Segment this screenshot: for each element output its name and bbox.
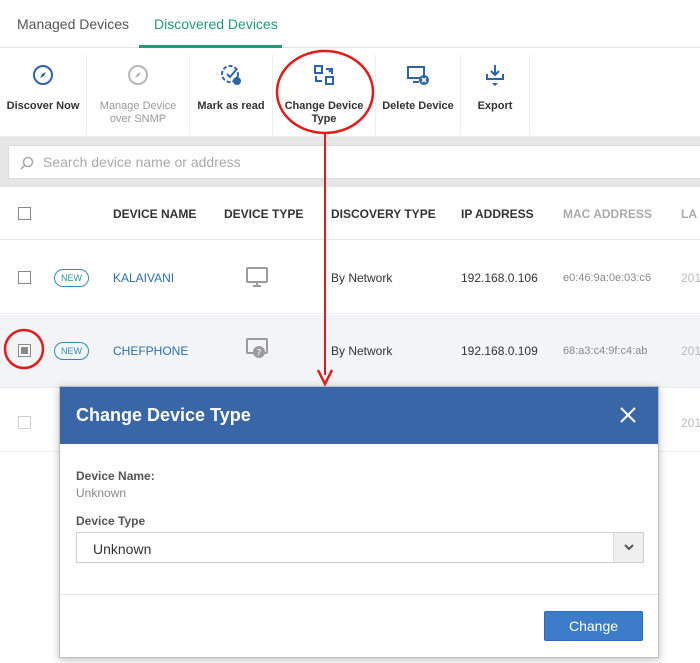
device-name-value: Unknown: [76, 486, 127, 500]
device-name-link[interactable]: CHEFPHONE: [113, 344, 188, 358]
export-button[interactable]: Export: [461, 49, 529, 137]
table-header: DEVICE NAME DEVICE TYPE DISCOVERY TYPE I…: [0, 187, 700, 240]
device-name-label: Device Name:: [76, 469, 155, 483]
mac-address: e0:46:9a:0e:03:c6: [563, 272, 652, 284]
mac-address: 68:a3:c4:9f:c4:ab: [563, 345, 648, 357]
select-all-checkbox[interactable]: [18, 207, 31, 220]
export-icon: [486, 65, 504, 86]
ip-address: 192.168.0.109: [461, 344, 538, 358]
close-icon[interactable]: [618, 405, 638, 425]
device-type-selected-value: Unknown: [93, 541, 152, 557]
monitor-icon: [246, 267, 268, 287]
last-seen: 201: [681, 416, 700, 430]
discover-now-button[interactable]: Discover Now: [0, 49, 86, 137]
search-bar-container: [0, 137, 700, 187]
table-row[interactable]: NEW CHEFPHONE ? By Network 192.168.0.109…: [0, 315, 700, 388]
column-last[interactable]: LA: [681, 207, 697, 221]
row-checkbox[interactable]: [18, 271, 31, 284]
tab-bar: Managed Devices Discovered Devices: [0, 0, 700, 48]
export-label: Export: [477, 100, 513, 112]
search-input[interactable]: [43, 152, 643, 172]
compass-icon: [128, 65, 148, 85]
dialog-header: Change Device Type: [60, 387, 658, 444]
table-row[interactable]: NEW KALAIVANI By Network 192.168.0.106 e…: [0, 241, 700, 314]
column-discovery-type[interactable]: DISCOVERY TYPE: [331, 207, 436, 221]
tab-discovered-devices[interactable]: Discovered Devices: [154, 16, 278, 32]
unknown-device-icon: ?: [246, 338, 268, 359]
toolbar: Discover Now Manage Device over SNMP Mar…: [0, 49, 700, 137]
delete-device-icon: [407, 66, 429, 85]
change-device-type-dialog: Change Device Type Device Name: Unknown …: [59, 386, 659, 658]
ip-address: 192.168.0.106: [461, 271, 538, 285]
delete-device-button[interactable]: Delete Device: [376, 49, 460, 137]
last-seen: 201: [681, 271, 700, 285]
change-device-type-label: Change Device Type: [273, 100, 375, 126]
change-device-type-button[interactable]: Change Device Type: [273, 49, 375, 137]
dialog-body: Device Name: Unknown Device Type Unknown: [60, 444, 658, 594]
column-device-name[interactable]: DEVICE NAME: [113, 207, 196, 221]
device-name-link[interactable]: KALAIVANI: [113, 271, 174, 285]
new-badge: NEW: [54, 342, 89, 360]
manage-snmp-button[interactable]: Manage Device over SNMP: [87, 49, 189, 137]
column-ip-address[interactable]: IP ADDRESS: [461, 207, 534, 221]
row-checkbox[interactable]: [18, 344, 31, 357]
svg-text:?: ?: [257, 349, 262, 359]
delete-device-label: Delete Device: [382, 100, 454, 112]
compass-icon: [33, 65, 53, 85]
change-type-label-line2: Type: [311, 113, 337, 125]
discovery-type: By Network: [331, 344, 393, 358]
search-icon: [20, 156, 34, 170]
new-badge: NEW: [54, 269, 89, 287]
active-tab-indicator: [139, 45, 282, 48]
column-device-type[interactable]: DEVICE TYPE: [224, 207, 303, 221]
dialog-footer: Change: [60, 594, 658, 657]
dialog-title: Change Device Type: [76, 405, 251, 425]
tab-managed-devices[interactable]: Managed Devices: [17, 16, 129, 32]
toolbar-divider: [529, 55, 530, 135]
mark-as-read-button[interactable]: Mark as read: [190, 49, 272, 137]
mark-read-icon: [221, 65, 241, 85]
discover-now-label: Discover Now: [6, 100, 80, 112]
dropdown-toggle[interactable]: [613, 533, 643, 562]
change-type-label-line1: Change Device: [284, 100, 364, 112]
manage-snmp-label-line2: over SNMP: [109, 113, 167, 125]
last-seen: 201: [681, 344, 700, 358]
column-mac-address[interactable]: MAC ADDRESS: [563, 207, 652, 221]
change-type-icon: [314, 65, 334, 85]
manage-snmp-label-line1: Manage Device: [99, 100, 177, 112]
change-button[interactable]: Change: [544, 611, 643, 641]
discovery-type: By Network: [331, 271, 393, 285]
device-type-label: Device Type: [76, 514, 146, 528]
search-box: [8, 145, 700, 179]
mark-as-read-label: Mark as read: [197, 100, 265, 112]
chevron-down-icon: [624, 544, 634, 551]
manage-snmp-label: Manage Device over SNMP: [87, 100, 189, 126]
device-type-select[interactable]: Unknown: [76, 532, 644, 563]
row-checkbox[interactable]: [18, 416, 31, 429]
